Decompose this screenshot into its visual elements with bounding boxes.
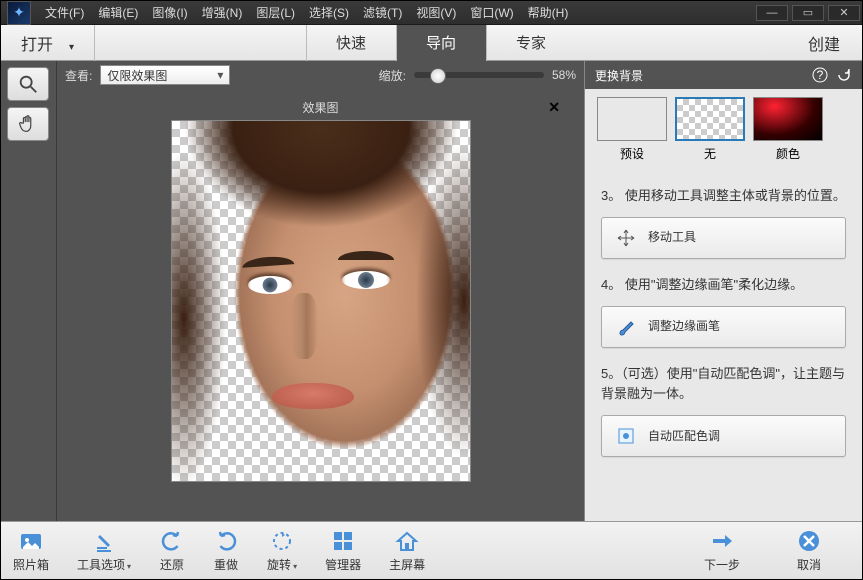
menu-layer[interactable]: 图层(L) <box>256 4 295 21</box>
menu-image[interactable]: 图像(I) <box>152 4 187 21</box>
zoom-label: 缩放: <box>379 67 406 84</box>
bg-color-thumb[interactable] <box>753 97 823 141</box>
step5-text: 5。（可选）使用"自动匹配色调"，让主题与背景融为一体。 <box>601 364 846 406</box>
menu-filter[interactable]: 滤镜(T) <box>363 4 402 21</box>
tab-guided[interactable]: 导向 <box>396 25 486 61</box>
tab-quick[interactable]: 快速 <box>306 25 396 61</box>
canvas[interactable] <box>171 120 471 482</box>
separator <box>94 25 95 61</box>
menu-help[interactable]: 帮助(H) <box>528 4 569 21</box>
close-preview-icon[interactable]: ✕ <box>548 99 560 116</box>
redo-button[interactable]: 重做 <box>213 528 239 573</box>
undo-button[interactable]: 还原 <box>159 528 185 573</box>
move-tool-button[interactable]: 移动工具 <box>601 217 846 259</box>
step3-text: 3。 使用移动工具调整主体或背景的位置。 <box>601 186 846 207</box>
zoom-tool[interactable] <box>7 67 49 101</box>
view-label: 查看: <box>65 67 92 84</box>
open-dropdown[interactable]: 打开 <box>1 31 94 55</box>
close-button[interactable]: ✕ <box>828 5 860 21</box>
step4-text: 4。 使用"调整边缘画笔"柔化边缘。 <box>601 275 846 296</box>
minimize-button[interactable]: — <box>756 5 788 21</box>
brush-icon <box>616 317 636 337</box>
zoom-value: 58% <box>552 68 576 82</box>
tab-expert[interactable]: 专家 <box>486 25 576 61</box>
rotate-button[interactable]: 旋转 <box>267 528 297 573</box>
view-combo[interactable]: 仅限效果图 <box>100 65 230 85</box>
svg-text:?: ? <box>817 68 824 82</box>
move-icon <box>616 228 636 248</box>
thumb-label-preset: 预设 <box>620 145 644 162</box>
auto-match-tone-button[interactable]: 自动匹配色调 <box>601 415 846 457</box>
refine-edge-button[interactable]: 调整边缘画笔 <box>601 306 846 348</box>
menu-view[interactable]: 视图(V) <box>416 4 456 21</box>
bg-none-thumb[interactable] <box>675 97 745 141</box>
panel-title: 更换背景 <box>595 67 643 84</box>
preview-title: 效果图 <box>302 101 338 115</box>
app-logo: ✦ <box>7 1 31 25</box>
menu-file[interactable]: 文件(F) <box>45 4 84 21</box>
organizer-button[interactable]: 管理器 <box>325 528 361 573</box>
menu-select[interactable]: 选择(S) <box>309 4 349 21</box>
reset-icon[interactable] <box>836 67 852 83</box>
photo-bin-button[interactable]: 照片箱 <box>13 528 49 573</box>
menu-edit[interactable]: 编辑(E) <box>98 4 138 21</box>
help-icon[interactable]: ? <box>812 67 828 83</box>
hand-tool[interactable] <box>7 107 49 141</box>
tool-options-button[interactable]: 工具选项 <box>77 528 131 573</box>
zoom-slider[interactable] <box>414 72 544 78</box>
create-button[interactable]: 创建 <box>786 31 862 55</box>
thumb-label-color: 颜色 <box>776 145 800 162</box>
tone-icon <box>616 426 636 446</box>
next-button[interactable]: 下一步 <box>704 528 740 573</box>
thumb-label-none: 无 <box>704 145 716 162</box>
menu-window[interactable]: 窗口(W) <box>470 4 513 21</box>
home-button[interactable]: 主屏幕 <box>389 528 425 573</box>
cancel-button[interactable]: 取消 <box>796 528 822 573</box>
menu-enhance[interactable]: 增强(N) <box>202 4 243 21</box>
maximize-button[interactable]: ▭ <box>792 5 824 21</box>
bg-preset-thumb[interactable] <box>597 97 667 141</box>
